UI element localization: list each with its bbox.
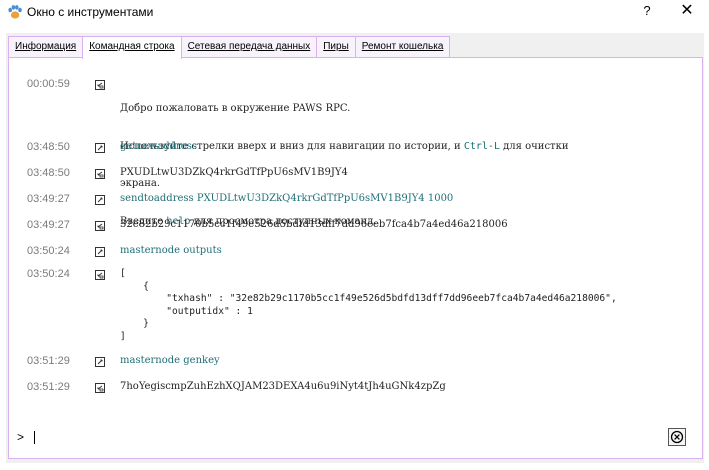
tab-information[interactable]: Информация — [8, 36, 84, 57]
tab-bar: Информация Командная строка Сетевая пере… — [8, 36, 451, 59]
console-entry: 03:51:29 masternode genkey — [9, 355, 699, 369]
console-entry: 03:49:27 32e82b29c1170b5cc1f49e526d5bdfd… — [9, 219, 699, 233]
timestamp: 03:49:27 — [27, 193, 70, 205]
prompt-symbol: > — [17, 430, 25, 444]
command-text: getnewaddress — [120, 141, 197, 152]
timestamp: 03:51:29 — [27, 381, 70, 393]
console-output[interactable]: 00:00:59 Добро пожаловать в окружение PA… — [9, 66, 699, 411]
window-title: Окно с инструментами — [27, 5, 154, 19]
clear-console-icon — [670, 430, 684, 444]
console-entry: 00:00:59 Добро пожаловать в окружение PA… — [9, 78, 699, 227]
request-arrow-icon — [95, 357, 105, 367]
timestamp: 03:48:50 — [27, 167, 70, 179]
tab-peers[interactable]: Пиры — [316, 36, 356, 57]
timestamp: 03:50:24 — [27, 268, 70, 280]
timestamp: 03:48:50 — [27, 141, 70, 153]
command-input[interactable] — [31, 426, 651, 448]
reply-arrow-icon — [95, 383, 105, 393]
console-entry: 03:48:50 getnewaddress — [9, 141, 699, 155]
tab-console[interactable]: Командная строка — [82, 36, 182, 59]
console-entry: 03:50:24 masternode outputs — [9, 245, 699, 259]
console-entry: 03:50:24 [ { "txhash" : "32e82b29c1170b5… — [9, 268, 699, 346]
close-button[interactable]: ✕ — [674, 1, 700, 21]
reply-text: 7hoYegiscmpZuhEzhXQJAM23DEXA4u6u9iNyt4tJ… — [120, 381, 446, 392]
timestamp: 03:50:24 — [27, 245, 70, 257]
tab-wallet-repair[interactable]: Ремонт кошелька — [354, 36, 451, 57]
timestamp: 03:51:29 — [27, 355, 70, 367]
paw-icon — [8, 5, 22, 19]
reply-arrow-icon — [95, 169, 105, 179]
reply-arrow-icon — [95, 221, 105, 231]
request-arrow-icon — [95, 247, 105, 257]
command-text: masternode genkey — [120, 355, 220, 366]
text-caret — [34, 431, 35, 444]
help-button[interactable]: ? — [636, 1, 658, 21]
reply-arrow-icon — [95, 270, 105, 280]
reply-json: [ { "txhash" : "32e82b29c1170b5cc1f49e52… — [120, 268, 617, 342]
request-arrow-icon — [95, 143, 105, 153]
timestamp: 00:00:59 — [27, 78, 70, 90]
reply-arrow-icon — [95, 80, 105, 90]
request-arrow-icon — [95, 195, 105, 205]
welcome-line-1: Добро пожаловать в окружение PAWS RPC. — [120, 103, 351, 114]
console-entry: 03:48:50 PXUDLtwU3DZkQ4rkrGdTfPpU6sMV1B9… — [9, 167, 699, 181]
timestamp: 03:49:27 — [27, 219, 70, 231]
clear-console-button[interactable] — [668, 428, 686, 446]
console-entry: 03:51:29 7hoYegiscmpZuhEzhXQJAM23DEXA4u6… — [9, 381, 699, 395]
tab-network-traffic[interactable]: Сетевая передача данных — [180, 36, 318, 57]
reply-text: 32e82b29c1170b5cc1f49e526d5bdfd13dff7dd9… — [120, 219, 508, 230]
title-bar: Окно с инструментами ? ✕ — [0, 0, 709, 24]
console-entry: 03:49:27 sendtoaddress PXUDLtwU3DZkQ4rkr… — [9, 193, 699, 207]
command-text: sendtoaddress PXUDLtwU3DZkQ4rkrGdTfPpU6s… — [120, 193, 454, 204]
reply-text: PXUDLtwU3DZkQ4rkrGdTfPpU6sMV1B9JY4 — [120, 167, 348, 178]
command-text: masternode outputs — [120, 245, 222, 256]
